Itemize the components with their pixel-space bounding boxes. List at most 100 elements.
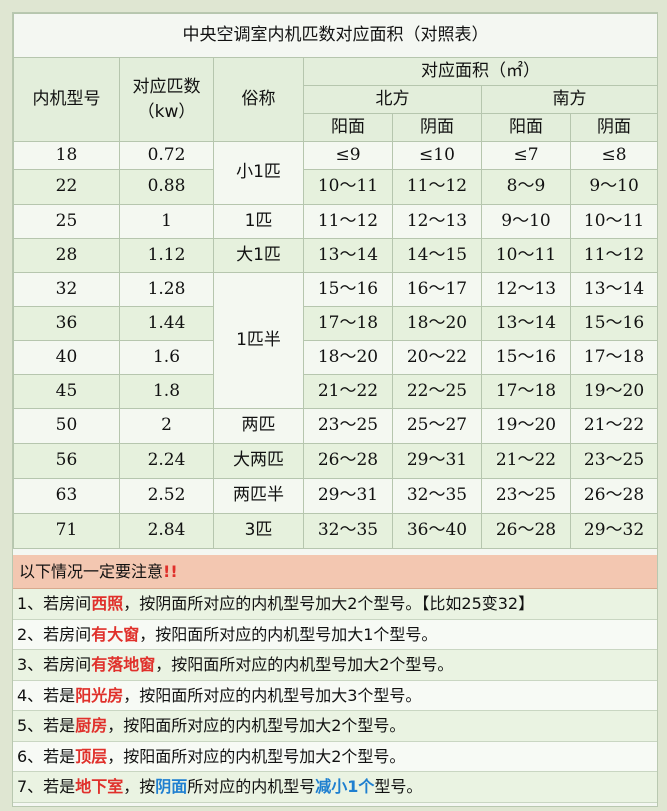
cell-south-sunny: 15～16 [481,340,571,375]
note-prefix: 3、若房间 [17,655,92,674]
cell-south-sunny: ≤7 [481,141,571,170]
cell-north-shady: 22～25 [392,374,482,409]
note-prefix: 5、若是 [17,716,76,735]
cell-south-shady: 26～28 [569,478,659,514]
table-row: 32 1.28 1匹半 15～16 16～17 12～13 13～14 [13,272,659,409]
header-model: 内机型号 [13,57,120,142]
cell-alias: 大两匹 [213,443,304,479]
cell-south-shady: 29～32 [569,513,659,549]
note-item: 6、若是顶层，按阳面所对应的内机型号加大2个型号。 [13,741,657,772]
cell-south-sunny: 19～20 [481,408,571,444]
header-power: 对应匹数 （kw） [119,57,214,142]
cell-south-sunny: 9～10 [481,204,571,239]
cell-south-shady: ≤8 [569,141,659,170]
cell-north-sunny: 26～28 [303,443,393,479]
notes-section: 以下情况一定要注意!! 1、若房间西照，按阴面所对应的内机型号加大2个型号。【比… [13,555,657,803]
cell-kw: 1.6 [119,340,214,375]
note-highlight: 地下室 [75,777,124,796]
table-row: 28 1.12 大1匹 13～14 14～15 10～11 11～12 [13,238,659,273]
notes-heading: 以下情况一定要注意!! [13,555,657,589]
cell-alias: 小1匹 [213,141,304,205]
note-suffix: ，按阳面所对应的内机型号加大2个型号。 [107,716,406,735]
cell-south-shady: 21～22 [569,408,659,444]
table-row: 40 1.6 18～20 20～22 15～16 17～18 [13,340,659,375]
cell-north-shady: 11～12 [392,169,482,205]
cell-north-shady: 25～27 [392,408,482,444]
cell-south-sunny: 26～28 [481,513,571,549]
cell-south-shady: 9～10 [569,169,659,205]
cell-south-sunny: 12～13 [481,272,571,307]
cell-north-sunny: 10～11 [303,169,393,205]
cell-south-sunny: 8～9 [481,169,571,205]
cell-kw: 1 [119,204,214,239]
note-suffix: ，按阴面所对应的内机型号加大2个型号。【比如25变32】 [123,594,535,613]
cell-kw: 2.24 [119,443,214,479]
cell-north-shady: 29～31 [392,443,482,479]
cell-model: 71 [13,513,120,549]
header-north-sunny: 阳面 [303,113,393,142]
header-power-text: 对应匹数 （kw） [132,76,201,122]
cell-model: 56 [13,443,120,479]
table-row: 45 1.8 21～22 22～25 17～18 19～20 [13,374,659,409]
note-suffix: ，按阳面所对应的内机型号加大1个型号。 [139,624,438,644]
note-prefix: 2、若房间 [17,624,92,644]
cell-north-sunny: 29～31 [303,478,393,514]
note-item: 3、若房间有落地窗，按阳面所对应的内机型号加大2个型号。 [13,650,657,681]
cell-kw: 2.84 [119,513,214,549]
table-row: 50 2 两匹 23～25 25～27 19～20 21～22 [13,408,659,444]
cell-kw: 1.44 [119,306,214,341]
note-highlight: 有落地窗 [91,655,156,674]
header-area: 对应面积（㎡） [302,57,659,86]
cell-model: 32 [13,272,120,307]
note-highlight: 阳光房 [75,685,124,705]
cell-north-shady: 14～15 [392,238,482,273]
header-north: 北方 [303,85,482,114]
cell-north-sunny: 17～18 [303,306,393,341]
table-row: 36 1.44 17～18 18～20 13～14 15～16 [13,306,659,341]
cell-north-shady: 20～22 [392,340,482,375]
cell-kw: 0.88 [119,169,214,205]
cell-alias: 1匹 [213,204,304,239]
cell-north-sunny: 11～12 [303,204,393,239]
cell-alias: 两匹半 [213,478,304,514]
note-highlight: 有大窗 [91,624,140,644]
cell-south-sunny: 10～11 [481,238,571,273]
cell-model: 63 [13,478,120,514]
cell-kw: 1.8 [119,374,214,409]
note-item: 1、若房间西照，按阴面所对应的内机型号加大2个型号。【比如25变32】 [13,589,657,620]
cell-alias: 3匹 [213,513,304,549]
note-prefix: 1、若房间 [17,594,92,613]
cell-north-shady: 36～40 [392,513,482,549]
cell-north-shady: 12～13 [392,204,482,239]
cell-kw: 1.12 [119,238,214,273]
cell-north-sunny: 23～25 [303,408,393,444]
note-item: 5、若是厨房，按阳面所对应的内机型号加大2个型号。 [13,711,657,742]
area-table: 中央空调室内机匹数对应面积（对照表） 内机型号 对应匹数 （kw） 俗称 对应面… [12,13,659,549]
note-suffix: ，按阳面所对应的内机型号加大2个型号。 [155,655,454,674]
cell-kw: 0.72 [119,141,214,170]
cell-model: 40 [13,340,120,375]
cell-south-shady: 17～18 [569,340,659,375]
notes-heading-text: 以下情况一定要注意 [19,562,164,581]
cell-south-shady: 15～16 [569,306,659,341]
cell-south-shady: 13～14 [569,272,659,307]
header-south: 南方 [480,85,659,114]
table-row: 25 1 1匹 11～12 12～13 9～10 10～11 [13,204,659,239]
note-item: 7、若是地下室，按阴面所对应的内机型号减小1个型号。 [13,772,657,803]
cell-kw: 2.52 [119,478,214,514]
cell-south-sunny: 21～22 [481,443,571,479]
table-sheet: 中央空调室内机匹数对应面积（对照表） 内机型号 对应匹数 （kw） 俗称 对应面… [12,12,659,807]
cell-north-sunny: 15～16 [303,272,393,307]
cell-south-shady: 19～20 [569,374,659,409]
cell-south-sunny: 17～18 [481,374,571,409]
cell-south-sunny: 23～25 [481,478,571,514]
note-prefix: 4、若是 [17,685,76,705]
table-row: 22 0.88 10～11 11～12 8～9 9～10 [13,169,659,205]
note-highlight-blue: 减小1个 [315,777,375,796]
cell-alias: 1匹半 [213,272,304,409]
cell-north-shady: 16～17 [392,272,482,307]
cell-north-sunny: 21～22 [303,374,393,409]
cell-model: 18 [13,141,120,170]
cell-south-sunny: 13～14 [481,306,571,341]
note-highlight: 顶层 [75,746,108,766]
